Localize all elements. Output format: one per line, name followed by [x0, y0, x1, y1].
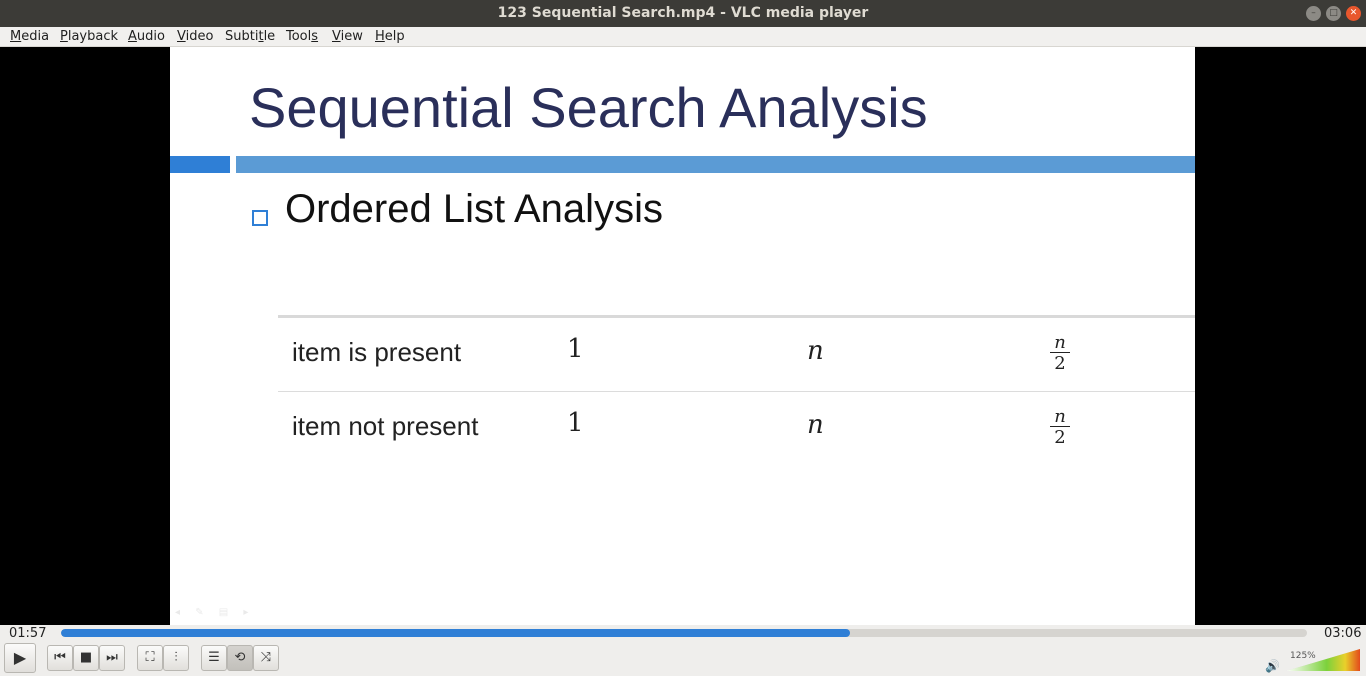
window-title: 123 Sequential Search.mp4 - VLC media pl… [497, 5, 869, 21]
menu-audio[interactable]: Audio [128, 29, 165, 45]
previous-icon: ⏮ [54, 650, 66, 665]
maximize-button[interactable]: □ [1326, 6, 1341, 21]
current-time: 01:57 [9, 626, 47, 641]
bullet-text: Ordered List Analysis [285, 187, 663, 231]
slide-frame: Sequential Search Analysis Ordered List … [170, 47, 1195, 625]
menu-media[interactable]: Media [10, 29, 49, 45]
fullscreen-icon: ⛶ [145, 650, 155, 665]
shuffle-icon: ⤨ [260, 650, 272, 665]
title-bar: 123 Sequential Search.mp4 - VLC media pl… [0, 0, 1366, 27]
table-row-divider [278, 391, 1195, 392]
previous-button[interactable]: ⏮ [47, 645, 73, 671]
best-case-value: 1 [567, 408, 584, 438]
worst-case-value: n [807, 336, 824, 366]
menu-bar: Media Playback Audio Video Subtitle Tool… [0, 27, 1366, 47]
play-icon: ▶ [13, 648, 27, 667]
video-area[interactable]: Sequential Search Analysis Ordered List … [0, 47, 1366, 625]
playlist-button[interactable]: ☰ [201, 645, 227, 671]
loop-icon: ⟲ [234, 650, 246, 665]
equalizer-icon: ⫶ [174, 650, 178, 665]
title-underline-bar [236, 156, 1195, 173]
slide-nav-icons: ◂ ✎ ▤ ▸ [175, 607, 255, 618]
average-case-fraction: n 2 [1050, 408, 1070, 449]
worst-case-value: n [807, 410, 824, 440]
total-time: 03:06 [1324, 626, 1362, 641]
bullet-square-icon [252, 210, 268, 226]
extended-settings-button[interactable]: ⫶ [163, 645, 189, 671]
next-icon: ⏭ [106, 650, 118, 665]
next-button[interactable]: ⏭ [99, 645, 125, 671]
fullscreen-button[interactable]: ⛶ [137, 645, 163, 671]
menu-subtitle[interactable]: Subtitle [225, 29, 275, 45]
control-panel: 01:57 03:06 ▶ ⏮ ■ ⏭ ⛶ ⫶ ☰ ⟲ ⤨ 🔊 125% [0, 625, 1366, 676]
volume-icon[interactable]: 🔊 [1265, 659, 1280, 673]
average-case-fraction: n 2 [1050, 334, 1070, 375]
stop-button[interactable]: ■ [73, 645, 99, 671]
row-label: item is present [292, 337, 462, 367]
close-button[interactable]: ✕ [1346, 6, 1361, 21]
stop-icon: ■ [79, 650, 93, 665]
menu-video[interactable]: Video [177, 29, 213, 45]
minimize-button[interactable]: – [1306, 6, 1321, 21]
loop-button[interactable]: ⟲ [227, 645, 253, 671]
row-label: item not present [292, 411, 479, 441]
title-accent-bar [170, 156, 230, 173]
menu-help[interactable]: Help [375, 29, 405, 45]
seek-progress [61, 629, 850, 637]
shuffle-button[interactable]: ⤨ [253, 645, 279, 671]
menu-view[interactable]: View [332, 29, 363, 45]
seek-slider[interactable] [61, 629, 1307, 637]
volume-percent: 125% [1290, 651, 1316, 661]
play-button[interactable]: ▶ [4, 643, 36, 673]
menu-tools[interactable]: Tools [286, 29, 318, 45]
menu-playback[interactable]: Playback [60, 29, 118, 45]
slide-title: Sequential Search Analysis [249, 76, 928, 139]
table-top-rule [278, 315, 1195, 318]
best-case-value: 1 [567, 334, 584, 364]
playlist-icon: ☰ [208, 650, 220, 665]
